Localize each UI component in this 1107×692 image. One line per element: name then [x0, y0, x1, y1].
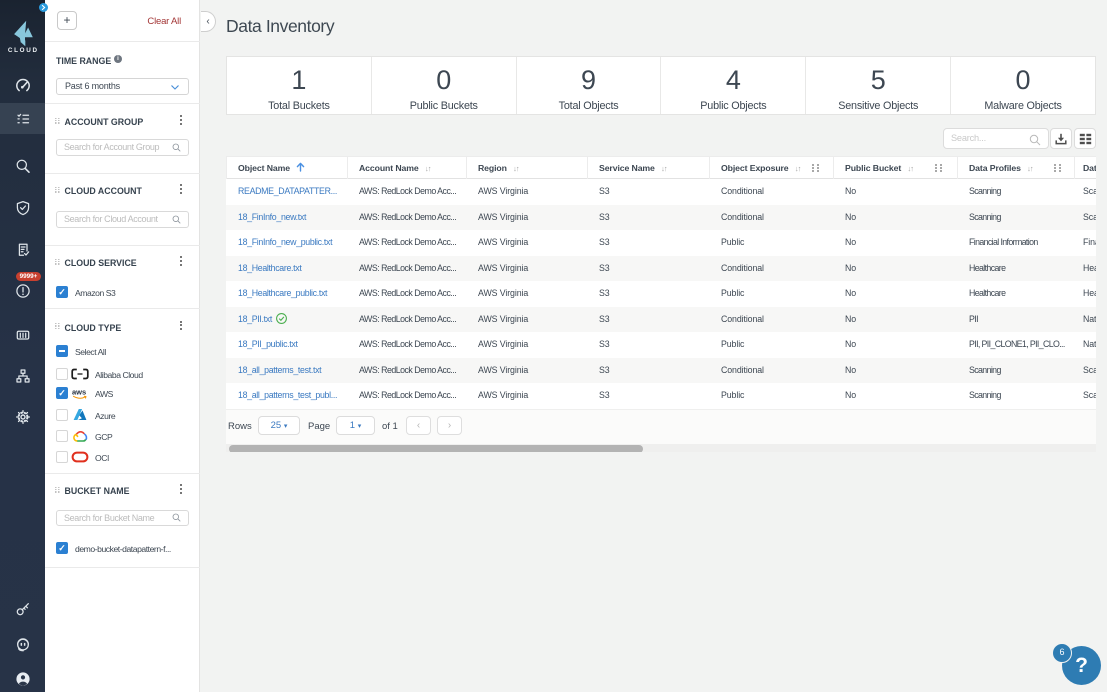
svg-text:aws: aws — [72, 387, 86, 396]
